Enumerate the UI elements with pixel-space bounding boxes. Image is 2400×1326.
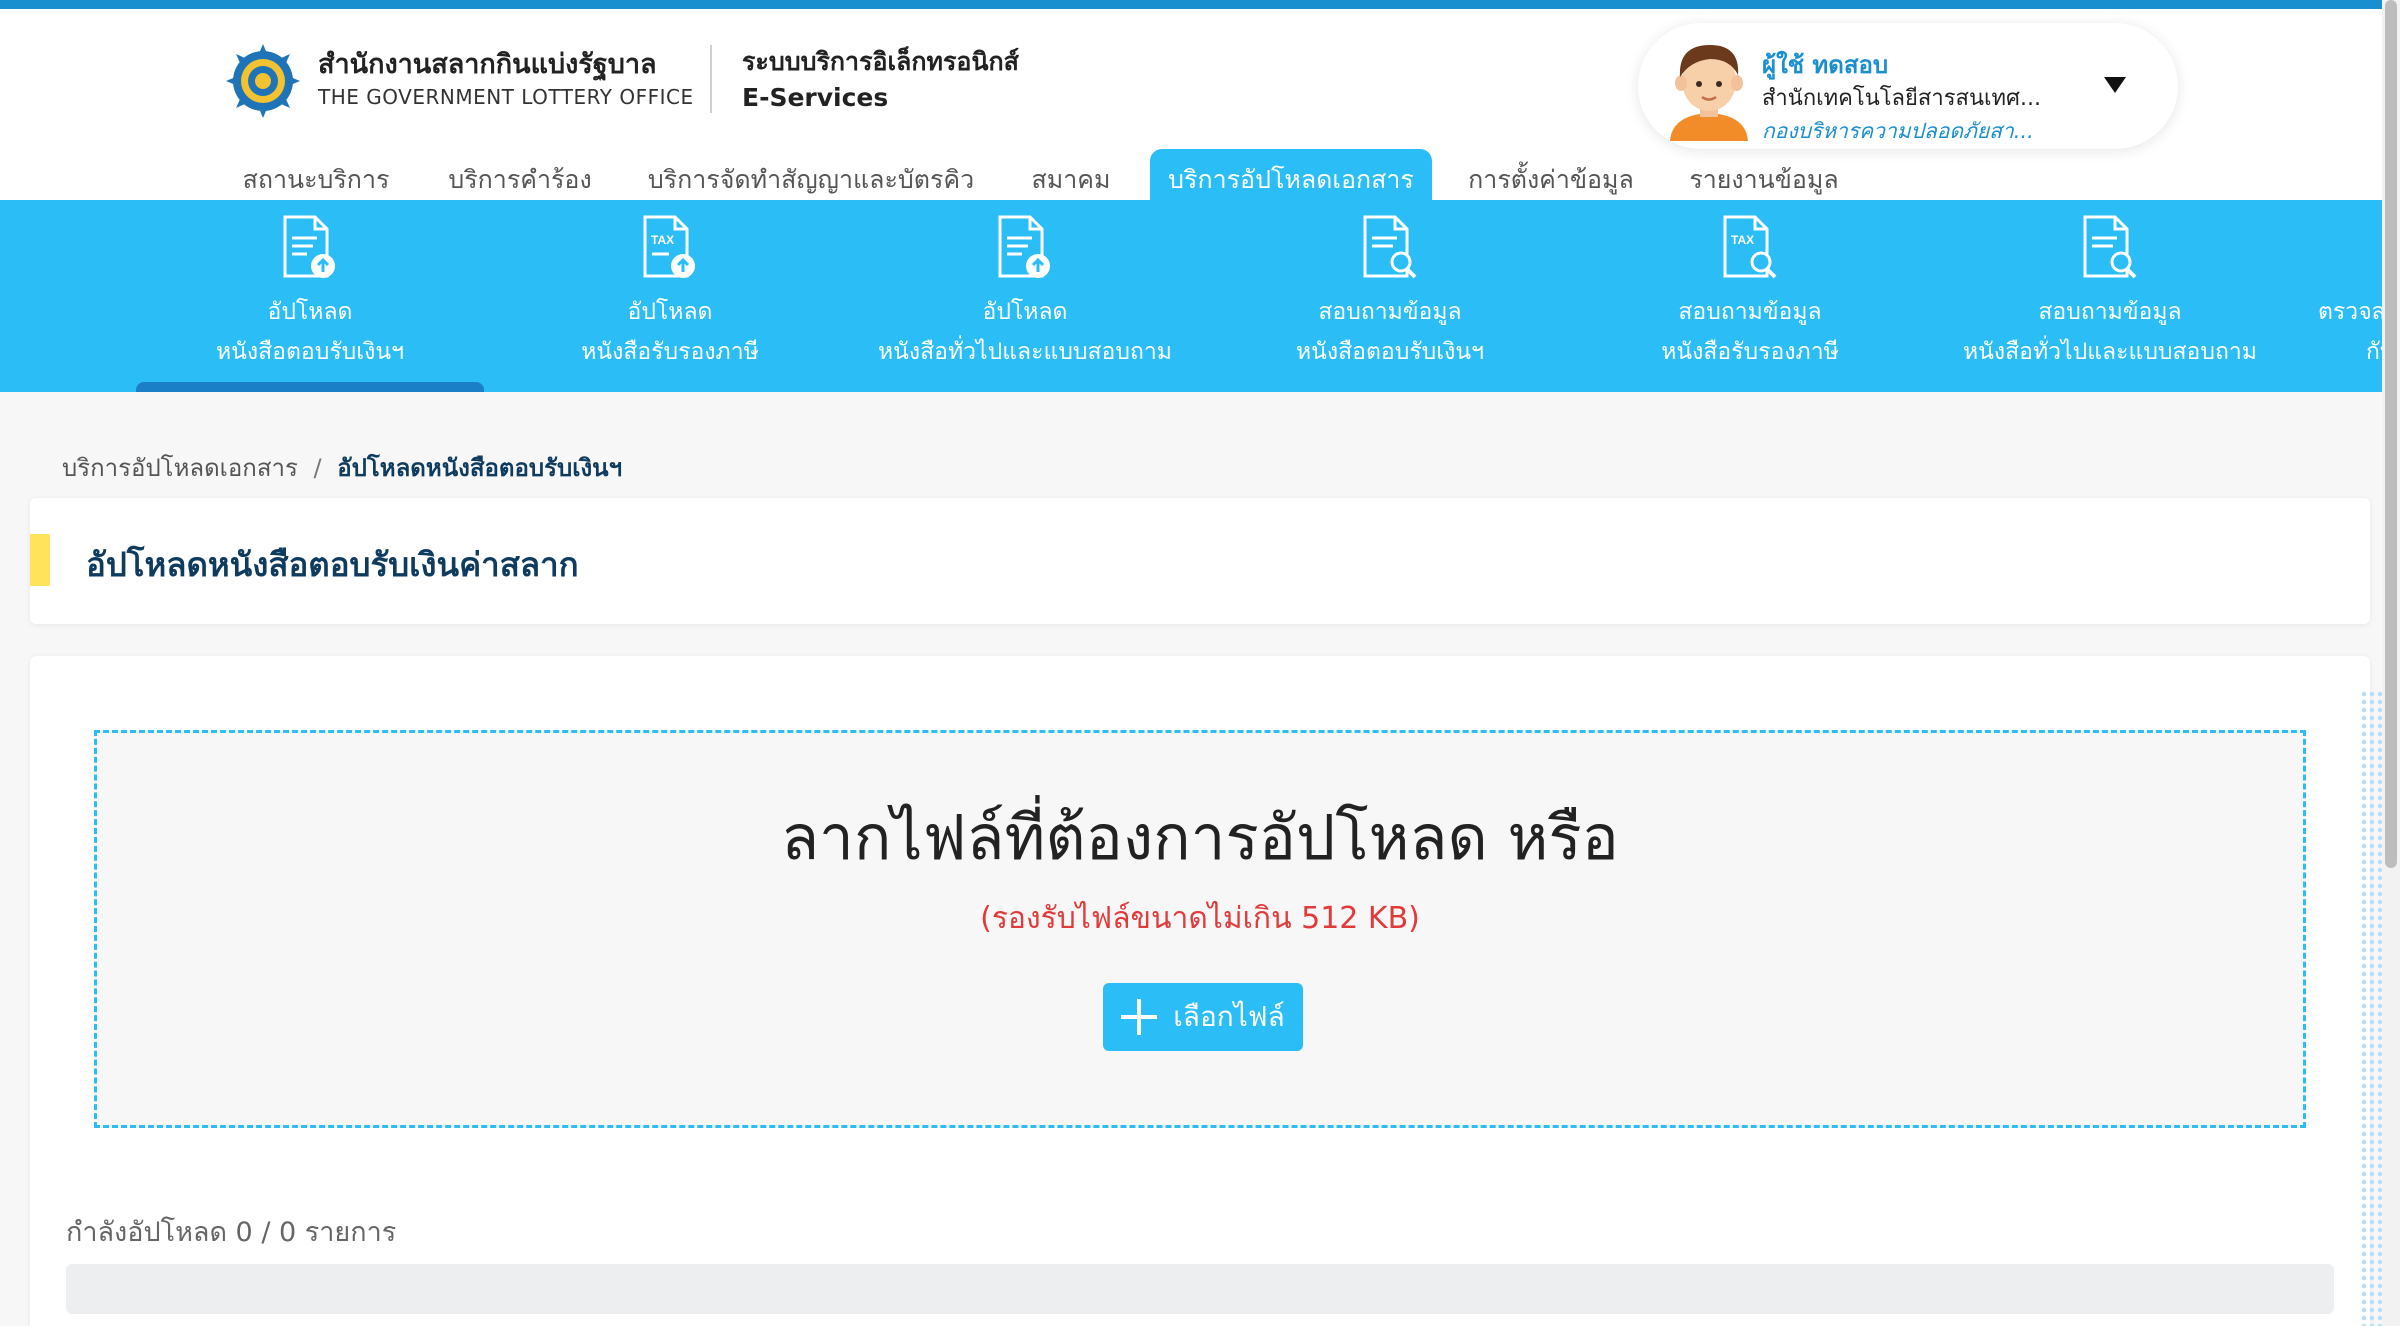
upload-card: ลากไฟล์ที่ต้องการอัปโหลด หรือ (รองรับไฟล…: [30, 656, 2370, 1326]
user-department: สำนักเทคโนโลยีสารสนเทศ...: [1762, 86, 2041, 111]
subnav-line2: หนังสือทั่วไปและแบบสอบถาม: [878, 339, 1172, 365]
subnav-line2: หนังสือทั่วไปและแบบสอบถาม: [1963, 339, 2257, 365]
upload-progress-text: กำลังอัปโหลด 0 / 0 รายการ: [66, 1217, 397, 1248]
subnav-active-indicator: [136, 382, 484, 392]
subnav-line1: สอบถามข้อมูล: [2038, 299, 2182, 325]
breadcrumb-parent[interactable]: บริการอัปโหลดเอกสาร: [62, 454, 298, 482]
choose-file-label: เลือกไฟล์: [1173, 1000, 1285, 1033]
tax-badge-text: TAX: [1731, 233, 1754, 247]
document-search-icon: [1363, 215, 1417, 279]
subnav-line1: สอบถามข้อมูล: [1318, 299, 1462, 325]
subnav-line2: หนังสือตอบรับเงินฯ: [1296, 339, 1484, 365]
document-upload-icon: [283, 215, 335, 278]
top-accent-strip: [0, 0, 2400, 9]
subnav-upload-tax[interactable]: TAX อัปโหลด หนังสือรับรองภาษี: [520, 200, 820, 392]
subnav-query-tax[interactable]: TAX สอบถามข้อมูล หนังสือรับรองภาษี: [1600, 200, 1900, 392]
user-division: กองบริหารความปลอดภัยสา...: [1762, 119, 2034, 143]
subnav-query-general[interactable]: สอบถามข้อมูล หนังสือทั่วไปและแบบสอบถาม: [1945, 200, 2275, 392]
upload-progress-bar: [66, 1264, 2334, 1314]
breadcrumb: บริการอัปโหลดเอกสาร / อัปโหลดหนังสือตอบร…: [62, 448, 622, 487]
breadcrumb-current: อัปโหลดหนังสือตอบรับเงินฯ: [337, 454, 623, 482]
tax-document-search-icon: TAX: [1723, 215, 1777, 279]
org-name-en: THE GOVERNMENT LOTTERY OFFICE: [318, 85, 694, 109]
site-header: สำนักงานสลากกินแบ่งรัฐบาล THE GOVERNMENT…: [0, 9, 2400, 209]
subnav-upload-receipt[interactable]: อัปโหลด หนังสือตอบรับเงินฯ: [150, 200, 470, 392]
subnav-upload-general[interactable]: อัปโหลด หนังสือทั่วไปและแบบสอบถาม: [860, 200, 1190, 392]
subnav-line2: หนังสือรับรองภาษี: [1661, 339, 1839, 365]
subnav-line2: หนังสือรับรองภาษี: [581, 339, 759, 365]
scrollbar-thumb[interactable]: [2385, 0, 2397, 868]
file-drop-zone[interactable]: ลากไฟล์ที่ต้องการอัปโหลด หรือ (รองรับไฟล…: [94, 730, 2306, 1128]
subnav-line2: หนังสือตอบรับเงินฯ: [216, 339, 404, 365]
title-accent-bar: [30, 534, 50, 586]
lottery-office-logo[interactable]: [224, 42, 302, 120]
plus-icon: [1121, 999, 1158, 1035]
subnav-line1: อัปโหลด: [267, 299, 353, 325]
drop-zone-instruction: ลากไฟล์ที่ต้องการอัปโหลด หรือ: [781, 801, 1619, 874]
subnav-line1: สอบถามข้อมูล: [1678, 299, 1822, 325]
document-search-icon: [2083, 215, 2137, 279]
breadcrumb-separator: /: [313, 454, 322, 482]
caret-down-icon[interactable]: [2104, 77, 2126, 93]
decorative-dot-pattern: [2360, 690, 2382, 1326]
system-name-th: ระบบบริการอิเล็กทรอนิกส์: [742, 47, 1019, 76]
user-avatar: [1670, 45, 1748, 141]
header-divider: [710, 45, 712, 113]
tax-document-upload-icon: TAX: [643, 215, 695, 278]
upload-sub-navigation: อัปโหลด หนังสือตอบรับเงินฯ TAX อัปโหลด ห…: [0, 200, 2400, 392]
user-name: ผู้ใช้ ทดสอบ: [1762, 51, 1889, 79]
org-name-th: สำนักงานสลากกินแบ่งรัฐบาล: [318, 49, 657, 80]
document-upload-icon: [998, 215, 1050, 278]
page-title-card: อัปโหลดหนังสือตอบรับเงินค่าสลาก: [30, 498, 2370, 624]
system-name-en: E-Services: [742, 83, 889, 112]
subnav-line1: อัปโหลด: [982, 299, 1068, 325]
page-title: อัปโหลดหนังสือตอบรับเงินค่าสลาก: [86, 545, 579, 584]
tax-badge-text: TAX: [651, 233, 674, 247]
subnav-query-receipt[interactable]: สอบถามข้อมูล หนังสือตอบรับเงินฯ: [1240, 200, 1540, 392]
choose-file-button[interactable]: เลือกไฟล์: [1103, 983, 1303, 1051]
user-menu[interactable]: ผู้ใช้ ทดสอบ สำนักเทคโนโลยีสารสนเทศ... ก…: [1638, 23, 2178, 149]
file-size-note: (รองรับไฟล์ขนาดไม่เกิน 512 KB): [980, 901, 1420, 936]
subnav-line1: อัปโหลด: [627, 299, 713, 325]
